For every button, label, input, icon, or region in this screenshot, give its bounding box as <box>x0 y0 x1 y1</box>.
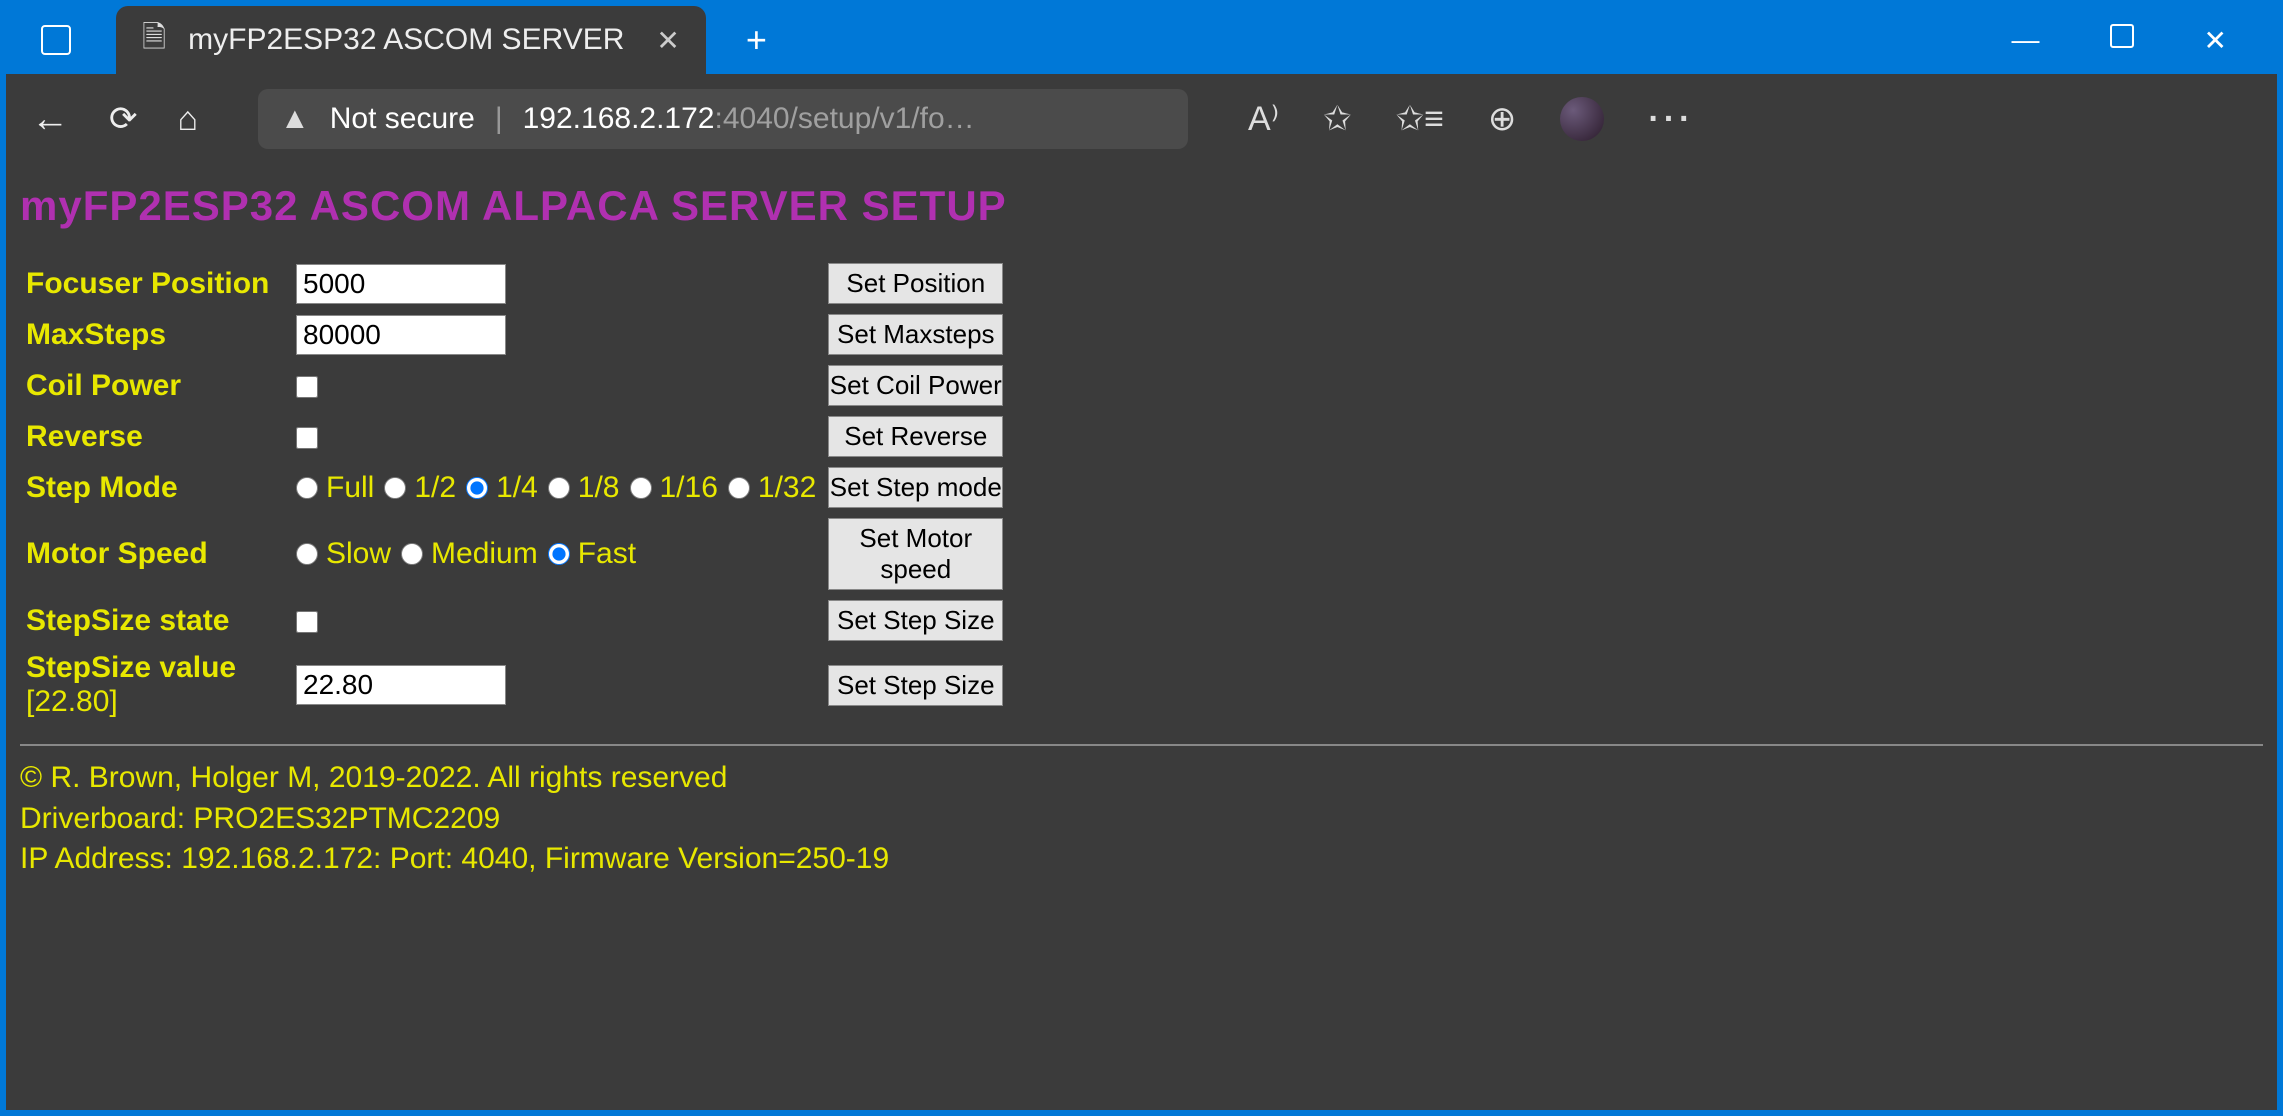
set-position-button[interactable]: Set Position <box>828 263 1003 304</box>
set-maxsteps-button[interactable]: Set Maxsteps <box>828 314 1003 355</box>
back-button[interactable]: ← <box>31 98 69 141</box>
refresh-button[interactable]: ⟳ <box>109 99 138 139</box>
label-maxsteps: MaxSteps <box>20 309 290 360</box>
motor-speed-medium[interactable] <box>401 543 423 565</box>
step-mode-options: Full 1/2 1/4 1/8 1/16 1/32 <box>296 471 816 505</box>
page-title: myFP2ESP32 ASCOM ALPACA SERVER SETUP <box>20 182 2263 230</box>
address-bar[interactable]: ▲ Not secure | 192.168.2.172:4040/setup/… <box>258 89 1188 149</box>
settings-form: Focuser Position Set Position MaxSteps S… <box>20 258 1009 724</box>
step-mode-eighth[interactable] <box>548 477 570 499</box>
footer: © R. Brown, Holger M, 2019-2022. All rig… <box>20 758 2263 880</box>
page-icon: 🗎 <box>142 15 166 66</box>
step-mode-quarter[interactable] <box>466 477 488 499</box>
warning-icon: ▲ <box>280 102 310 136</box>
browser-toolbar: ← ⟳ ⌂ ▲ Not secure | 192.168.2.172:4040/… <box>6 74 2277 164</box>
step-mode-sixteenth[interactable] <box>630 477 652 499</box>
url-path: :4040/setup/v1/fo… <box>714 102 974 135</box>
titlebar: 🗎 myFP2ESP32 ASCOM SERVER ✕ + — ✕ <box>6 6 2277 74</box>
stepsize-suffix: [22.80] <box>26 685 118 718</box>
close-tab-icon[interactable]: ✕ <box>656 24 679 57</box>
set-reverse-button[interactable]: Set Reverse <box>828 416 1003 457</box>
more-menu-icon[interactable]: ··· <box>1648 100 1694 139</box>
label-stepsize-value: StepSize value [22.80] <box>20 646 290 724</box>
favorite-icon[interactable]: ✩ <box>1323 99 1352 139</box>
profile-avatar[interactable] <box>1560 97 1604 141</box>
label-coil-power: Coil Power <box>20 360 290 411</box>
minimize-button[interactable]: — <box>2012 24 2040 57</box>
url-host: 192.168.2.172 <box>523 102 715 135</box>
security-status: Not secure <box>330 102 475 136</box>
stepsize-value-input[interactable] <box>296 665 506 705</box>
focuser-position-input[interactable] <box>296 264 506 304</box>
footer-copyright: © R. Brown, Holger M, 2019-2022. All rig… <box>20 758 2263 799</box>
motor-speed-slow[interactable] <box>296 543 318 565</box>
step-mode-half[interactable] <box>384 477 406 499</box>
tab-title: myFP2ESP32 ASCOM SERVER <box>188 23 624 57</box>
maximize-button[interactable] <box>2110 24 2134 48</box>
set-stepsize-state-button[interactable]: Set Step Size <box>828 600 1003 641</box>
favorites-bar-icon[interactable]: ✩≡ <box>1396 99 1444 139</box>
set-step-mode-button[interactable]: Set Step mode <box>828 467 1003 508</box>
set-motor-speed-button[interactable]: Set Motor speed <box>828 518 1003 590</box>
collections-icon[interactable]: ⊕ <box>1488 99 1517 139</box>
separator <box>20 744 2263 746</box>
footer-driverboard: Driverboard: PRO2ES32PTMC2209 <box>20 799 2263 840</box>
close-window-button[interactable]: ✕ <box>2204 24 2227 57</box>
label-step-mode: Step Mode <box>20 462 290 513</box>
reverse-checkbox[interactable] <box>296 427 318 449</box>
home-button[interactable]: ⌂ <box>178 100 199 139</box>
label-motor-speed: Motor Speed <box>20 513 290 595</box>
step-mode-thirtysecond[interactable] <box>728 477 750 499</box>
browser-tab[interactable]: 🗎 myFP2ESP32 ASCOM SERVER ✕ <box>116 6 706 74</box>
motor-speed-options: Slow Medium Fast <box>296 537 816 571</box>
set-coil-power-button[interactable]: Set Coil Power <box>828 365 1003 406</box>
sidebar-toggle[interactable] <box>6 25 106 55</box>
step-mode-full[interactable] <box>296 477 318 499</box>
label-focuser-position: Focuser Position <box>20 258 290 309</box>
page-content: myFP2ESP32 ASCOM ALPACA SERVER SETUP Foc… <box>6 164 2277 1110</box>
read-aloud-icon[interactable]: A⁾ <box>1248 99 1279 139</box>
set-stepsize-value-button[interactable]: Set Step Size <box>828 665 1003 706</box>
tab-actions-icon <box>41 25 71 55</box>
label-reverse: Reverse <box>20 411 290 462</box>
maxsteps-input[interactable] <box>296 315 506 355</box>
stepsize-state-checkbox[interactable] <box>296 611 318 633</box>
motor-speed-fast[interactable] <box>548 543 570 565</box>
footer-ipinfo: IP Address: 192.168.2.172: Port: 4040, F… <box>20 839 2263 880</box>
new-tab-button[interactable]: + <box>746 19 767 61</box>
label-stepsize-state: StepSize state <box>20 595 290 646</box>
coil-power-checkbox[interactable] <box>296 376 318 398</box>
